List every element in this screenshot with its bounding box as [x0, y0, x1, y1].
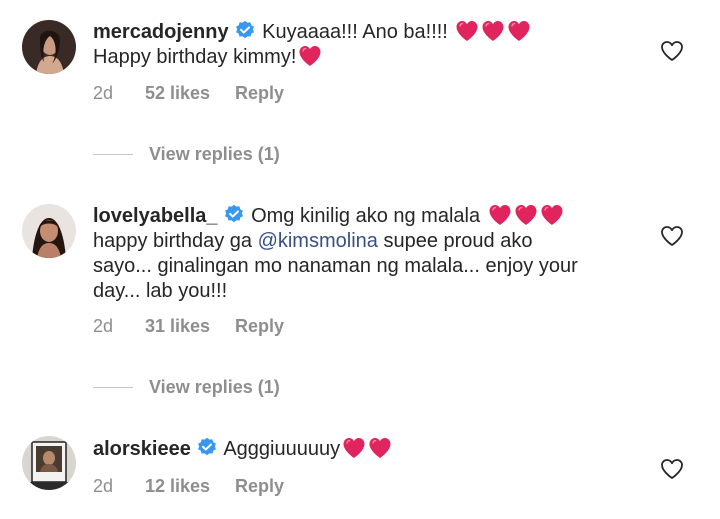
comment-body: mercadojenny Kuyaaaa!!! Ano ba!!!! Happy… [93, 20, 653, 70]
like-heart-icon[interactable] [660, 458, 686, 482]
likes-count[interactable]: 12 likes [145, 476, 235, 497]
reply-button[interactable]: Reply [235, 316, 284, 337]
avatar[interactable] [22, 204, 76, 258]
comment-text-line2b: supee proud ako [377, 230, 533, 252]
verified-badge-icon [235, 20, 255, 40]
comment-text-line4: day... lab you!!! [93, 280, 228, 302]
verified-badge-icon [197, 437, 217, 457]
divider [93, 387, 133, 388]
comment-text-line1: Agggiuuuuuy [223, 438, 341, 460]
heart-emoji-icon [540, 204, 564, 226]
heart-emoji-icon [481, 20, 505, 42]
heart-emoji-icon [488, 204, 512, 226]
heart-emoji-icon [455, 20, 479, 42]
comment-meta: 2d 52 likes Reply [93, 83, 284, 104]
view-replies-label: View replies (1) [149, 144, 280, 164]
comment-text-line3: sayo... ginalingan mo nanaman ng malala.… [93, 255, 578, 277]
view-replies-label: View replies (1) [149, 377, 280, 397]
avatar[interactable] [22, 20, 76, 74]
comment-text: mercadojenny Kuyaaaa!!! Ano ba!!!! Happy… [93, 20, 653, 70]
comment-body: lovelyabella_ Omg kinilig ako ng malala … [93, 204, 653, 304]
heart-emoji-icon [514, 204, 538, 226]
comment-text-line2: happy birthday ga [93, 230, 258, 252]
comment-text-line1: Omg kinilig ako ng malala [251, 205, 486, 227]
comment-meta: 2d 12 likes Reply [93, 476, 284, 497]
likes-count[interactable]: 31 likes [145, 316, 235, 337]
reply-button[interactable]: Reply [235, 83, 284, 104]
comment-meta: 2d 31 likes Reply [93, 316, 284, 337]
comment-time: 2d [93, 476, 114, 496]
like-heart-icon[interactable] [660, 40, 686, 64]
comment-text: lovelyabella_ Omg kinilig ako ng malala … [93, 204, 653, 304]
like-heart-icon[interactable] [660, 225, 686, 249]
mention-link[interactable]: @kimsmolina [258, 230, 378, 252]
comment-body: alorskieee Agggiuuuuuy [93, 437, 653, 462]
divider [93, 154, 133, 155]
comment-time: 2d [93, 83, 114, 103]
username[interactable]: alorskieee [93, 438, 191, 460]
comment-text: alorskieee Agggiuuuuuy [93, 437, 653, 462]
username[interactable]: lovelyabella_ [93, 205, 218, 227]
view-replies-button[interactable]: View replies (1) [93, 144, 280, 165]
heart-emoji-icon [298, 45, 322, 67]
heart-emoji-icon [342, 437, 366, 459]
comment-text-line2: Happy birthday kimmy! [93, 46, 297, 68]
view-replies-button[interactable]: View replies (1) [93, 377, 280, 398]
comment-text-line1: Kuyaaaa!!! Ano ba!!!! [262, 21, 454, 43]
reply-button[interactable]: Reply [235, 476, 284, 497]
heart-emoji-icon [507, 20, 531, 42]
heart-emoji-icon [368, 437, 392, 459]
verified-badge-icon [224, 204, 244, 224]
comment-time: 2d [93, 316, 114, 336]
likes-count[interactable]: 52 likes [145, 83, 235, 104]
avatar[interactable] [22, 436, 76, 490]
username[interactable]: mercadojenny [93, 21, 229, 43]
